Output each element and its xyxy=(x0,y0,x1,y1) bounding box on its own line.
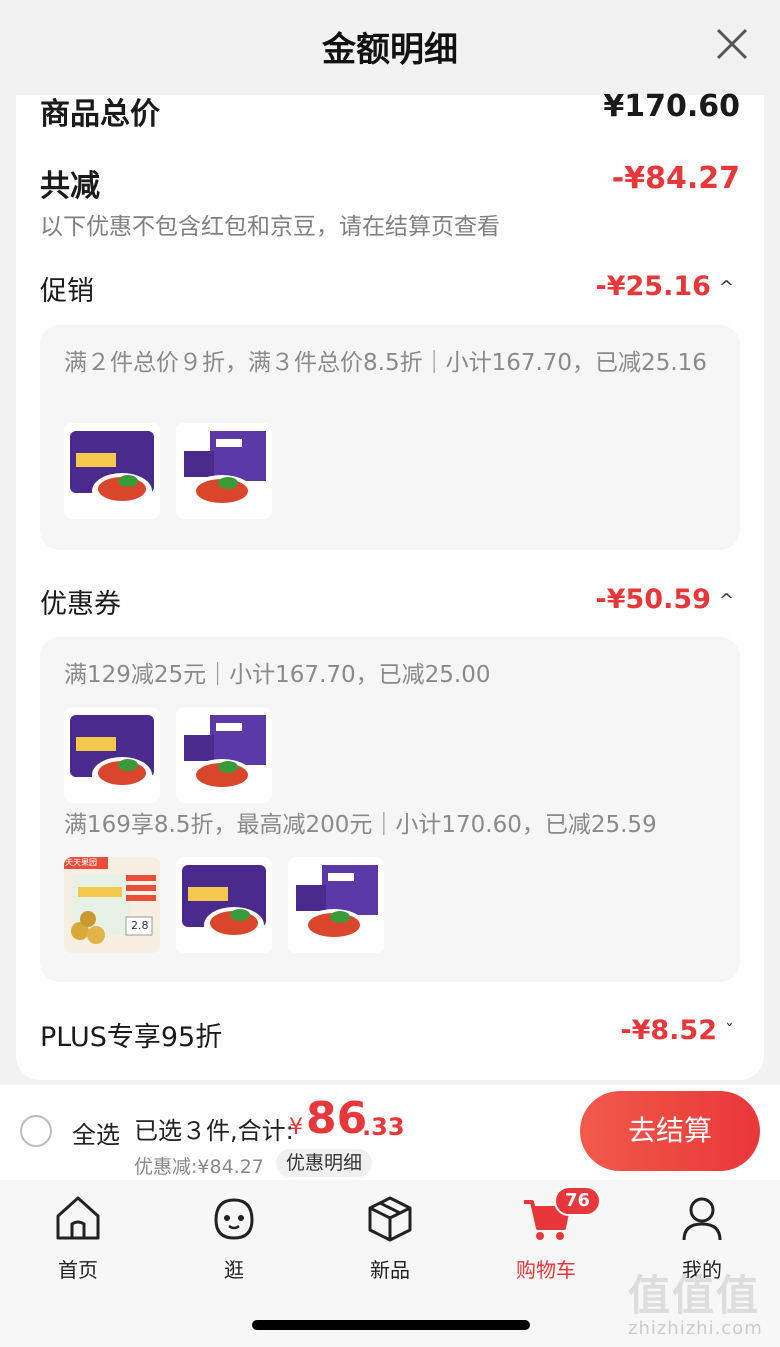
chevron-down-icon: ˇ xyxy=(725,1021,734,1042)
plus-value-text: -¥8.52 xyxy=(620,1015,717,1046)
total-reduce-value: -¥84.27 xyxy=(611,161,740,196)
chevron-up-icon: ^ xyxy=(718,277,734,298)
watermark-logo: 值值值 xyxy=(628,1271,761,1320)
detail-panel: 商品总价 ¥170.60 共减 -¥84.27 以下优惠不包含红包和京豆，请在结… xyxy=(16,89,764,1080)
sheet-title: 金额明细 xyxy=(322,30,458,70)
face-icon xyxy=(214,1198,254,1240)
select-all-label[interactable]: 全选 xyxy=(72,1115,120,1150)
luosifen-box-icon xyxy=(184,715,266,795)
tab-cart[interactable]: 76 购物车 xyxy=(486,1186,606,1283)
product-thumb-chestnut[interactable]: 2.8 天天果园 xyxy=(64,857,160,953)
price-detail-sheet: 金额明细 商品总价 ¥170.60 共减 -¥84.27 以下优惠不包含红包和京… xyxy=(0,0,780,1085)
coupon-value[interactable]: -¥50.59 ^ xyxy=(596,584,735,615)
coupon-value-text: -¥50.59 xyxy=(595,584,711,615)
price-currency: ¥ xyxy=(289,1115,303,1140)
promotion-value-text: -¥25.16 xyxy=(595,271,711,302)
coupon-rule-1: 满129减25元｜小计167.70，已减25.00 xyxy=(64,662,491,688)
close-icon[interactable] xyxy=(714,26,750,62)
product-thumb-luosifen-box[interactable] xyxy=(176,423,272,519)
watermark-url: zhizhizhi.com xyxy=(628,1318,763,1339)
plus-value[interactable]: -¥8.52 ˇ xyxy=(620,1015,734,1046)
coupon-box: 满129减25元｜小计167.70，已减25.00 满169享8.5折，最高减2… xyxy=(40,637,740,982)
select-all-radio[interactable] xyxy=(20,1115,52,1147)
sheet-header: 金额明细 xyxy=(0,0,780,95)
product-thumb-luosifen-bag[interactable] xyxy=(64,707,160,803)
total-price-value: ¥170.60 xyxy=(603,89,740,124)
price-integer: 86 xyxy=(306,1093,368,1144)
tab-label-new: 新品 xyxy=(370,1258,410,1282)
promotion-box: 满２件总价９折，满３件总价8.5折｜小计167.70，已减25.16 xyxy=(40,325,740,550)
tab-explore[interactable]: 逛 xyxy=(174,1192,294,1283)
cart-count-badge: 76 xyxy=(554,1186,602,1216)
luosifen-bag-icon xyxy=(182,865,266,943)
luosifen-box-icon xyxy=(296,865,378,945)
chestnut-price-tag: 2.8 xyxy=(131,919,149,932)
tab-label-explore: 逛 xyxy=(224,1258,244,1282)
chestnut-pack-icon xyxy=(64,857,160,953)
promotion-value[interactable]: -¥25.16 ^ xyxy=(596,271,735,302)
price-detail-chip[interactable]: 优惠明细 xyxy=(276,1149,373,1177)
plus-label: PLUS专享95折 xyxy=(40,1022,223,1053)
checkout-bar: 全选 已选３件,合计: ¥ 86 .33 优惠减:¥84.27 优惠明细 去结算 xyxy=(0,1085,780,1180)
luosifen-bag-icon xyxy=(70,431,154,509)
discount-note: 以下优惠不包含红包和京豆，请在结算页查看 xyxy=(40,214,500,240)
discount-summary: 优惠减:¥84.27 xyxy=(134,1156,264,1178)
luosifen-bag-icon xyxy=(70,715,154,793)
promotion-rule: 满２件总价９折，满３件总价8.5折｜小计167.70，已减25.16 xyxy=(64,350,707,376)
product-thumb-luosifen-bag[interactable] xyxy=(176,857,272,953)
tab-label-home: 首页 xyxy=(58,1258,98,1282)
luosifen-box-icon xyxy=(184,431,266,511)
home-icon xyxy=(56,1196,100,1240)
tab-home[interactable]: 首页 xyxy=(18,1192,138,1283)
tab-new[interactable]: 新品 xyxy=(330,1192,450,1283)
product-thumb-luosifen-box[interactable] xyxy=(288,857,384,953)
user-icon xyxy=(682,1197,722,1241)
price-decimal: .33 xyxy=(362,1113,405,1141)
tab-label-cart: 购物车 xyxy=(516,1258,576,1282)
home-indicator xyxy=(252,1320,530,1330)
checkout-button[interactable]: 去结算 xyxy=(580,1091,760,1171)
product-thumb-luosifen-bag[interactable] xyxy=(64,423,160,519)
coupon-rule-2: 满169享8.5折，最高减200元｜小计170.60，已减25.59 xyxy=(64,812,657,838)
product-thumb-luosifen-box[interactable] xyxy=(176,707,272,803)
box-icon xyxy=(368,1196,412,1242)
chevron-up-icon: ^ xyxy=(718,590,734,611)
chestnut-brand-tag: 天天果园 xyxy=(65,858,97,867)
selected-count-text: 已选３件,合计: xyxy=(134,1117,294,1145)
